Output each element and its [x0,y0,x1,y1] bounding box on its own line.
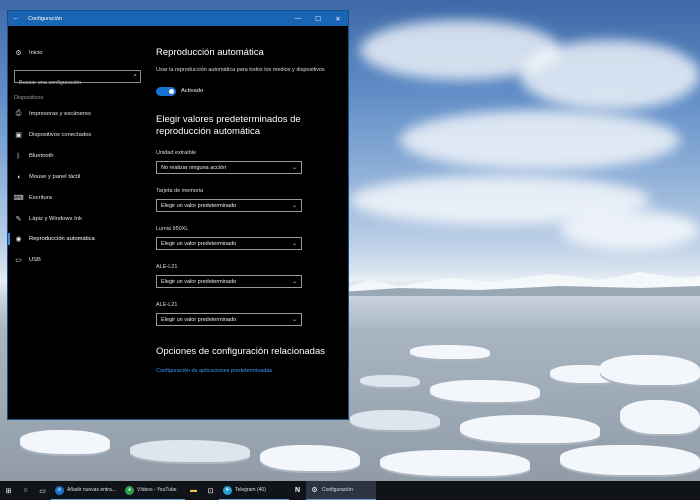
bluetooth-icon: ᛒ [16,152,21,160]
back-arrow-icon[interactable]: ← [8,15,24,22]
search-box[interactable]: ⌕ [14,70,141,89]
task-view-icon[interactable]: ▭ [34,481,51,500]
gear-icon: ⚙ [15,50,22,57]
printer-icon: ⎙ [15,110,22,117]
search-input[interactable] [15,77,140,89]
select-value: Elegir un valor predeterminado [161,278,237,285]
minimize-icon[interactable]: — [288,15,308,22]
sidebar: ⚙ Inicio ⌕ Dispositivos ⎙ Impresoras y e… [8,26,148,419]
folder-icon[interactable]: ▬ [185,481,202,500]
field-label-ale-2: ALE-L21 [156,302,178,308]
chevron-down-icon: ⌄ [291,203,297,209]
select-value: Elegir un valor predeterminado [161,240,237,247]
taskbar-app-label: Telegram (40) [235,487,266,493]
title-bar: ← Configuración — ☐ ✕ [8,11,348,26]
chrome-icon: ● [125,485,134,495]
sidebar-item-label: Inicio [29,50,43,56]
memory-card-select[interactable]: Elegir un valor predeterminado ⌄ [156,199,302,212]
taskbar-app-settings[interactable]: ⚙ Configuración [306,481,376,500]
select-value: Elegir un valor predeterminado [161,316,237,323]
chevron-down-icon: ⌄ [291,279,297,285]
field-label-removable: Unidad extraíble [156,150,197,156]
sidebar-item-label: Mouse y panel táctil [29,174,81,180]
window-title: Configuración [28,15,62,22]
app-n-icon[interactable]: N [289,481,306,500]
active-indicator [8,233,10,245]
search-icon[interactable]: ⌕ [133,72,137,80]
telegram-icon: ➤ [223,485,232,495]
sidebar-item-mouse[interactable]: ◖ Mouse y panel táctil [14,171,80,183]
sidebar-item-autoplay[interactable]: ◉ Reproducción automática [14,233,95,245]
field-label-lumia: Lumia 950XL [156,226,189,232]
taskbar: ⊞ ○ ▭ e Añadir nuevas entra... ● Vídeos … [0,481,700,500]
gear-icon: ⚙ [311,487,318,494]
sidebar-item-label: Lápiz y Windows Ink [29,216,82,222]
sidebar-item-label: Reproducción automática [29,236,95,242]
chevron-down-icon: ⌄ [291,165,297,171]
autoplay-toggle[interactable] [156,87,176,96]
field-label-memory-card: Tarjeta de memoria [156,188,204,194]
select-value: No realizar ninguna acción [161,164,227,171]
main-content: Reproducción automática Usar la reproduc… [156,26,348,419]
maximize-icon[interactable]: ☐ [308,15,328,23]
lumia-select[interactable]: Elegir un valor predeterminado ⌄ [156,237,302,250]
mouse-icon: ◖ [16,173,21,181]
taskbar-app-label: Añadir nuevas entra... [67,487,116,493]
usb-icon: ▭ [15,257,22,264]
sidebar-item-typing[interactable]: ⌨ Escritura [13,192,52,204]
cortana-icon[interactable]: ○ [17,481,34,500]
chevron-down-icon: ⌄ [291,241,297,247]
pen-icon: ✎ [15,216,22,223]
sidebar-item-connected-devices[interactable]: ▣ Dispositivos conectados [14,129,91,141]
ale-l21-select-2[interactable]: Elegir un valor predeterminado ⌄ [156,313,302,326]
section-label: Dispositivos [14,95,44,101]
devices-icon: ▣ [15,132,22,139]
field-label-ale-1: ALE-L21 [156,264,178,270]
taskbar-app-telegram[interactable]: ➤ Telegram (40) [219,481,289,500]
related-heading: Opciones de configuración relacionadas [156,346,325,357]
windows-start-icon[interactable]: ⊞ [0,481,17,500]
sidebar-item-label: Impresoras y escáneres [29,111,91,117]
autoplay-description: Usar la reproducción automática para tod… [156,67,325,73]
autoplay-heading: Reproducción automática [156,47,264,58]
store-icon[interactable]: ⊡ [202,481,219,500]
sidebar-item-bluetooth[interactable]: ᛒ Bluetooth [14,150,54,162]
removable-drive-select[interactable]: No realizar ninguna acción ⌄ [156,161,302,174]
toggle-state-label: Activado [181,88,204,94]
taskbar-app-edge[interactable]: e Añadir nuevas entra... [51,481,121,500]
autoplay-icon: ◉ [15,236,22,243]
defaults-heading: Elegir valores predeterminados de reprod… [156,114,301,137]
sidebar-item-label: Bluetooth [29,153,54,159]
chevron-down-icon: ⌄ [291,317,297,323]
settings-window: ← Configuración — ☐ ✕ ⚙ Inicio ⌕ Disposi… [7,10,349,420]
sidebar-item-label: USB [29,257,41,263]
taskbar-app-label: Configuración [322,487,353,493]
sidebar-item-label: Dispositivos conectados [29,132,92,138]
taskbar-app-label: Vídeos - YouTube [137,487,177,493]
default-apps-link[interactable]: Configuración de aplicaciones predetermi… [156,368,272,374]
sidebar-item-label: Escritura [29,195,52,201]
sidebar-item-usb[interactable]: ▭ USB [14,254,41,266]
keyboard-icon: ⌨ [13,195,24,202]
select-value: Elegir un valor predeterminado [161,202,237,209]
taskbar-app-chrome[interactable]: ● Vídeos - YouTube [121,481,185,500]
sidebar-item-home[interactable]: ⚙ Inicio [14,47,43,59]
sidebar-item-pen[interactable]: ✎ Lápiz y Windows Ink [14,213,82,225]
close-icon[interactable]: ✕ [328,15,348,23]
sidebar-item-printers[interactable]: ⎙ Impresoras y escáneres [14,108,91,120]
ale-l21-select-1[interactable]: Elegir un valor predeterminado ⌄ [156,275,302,288]
edge-icon: e [55,485,64,495]
